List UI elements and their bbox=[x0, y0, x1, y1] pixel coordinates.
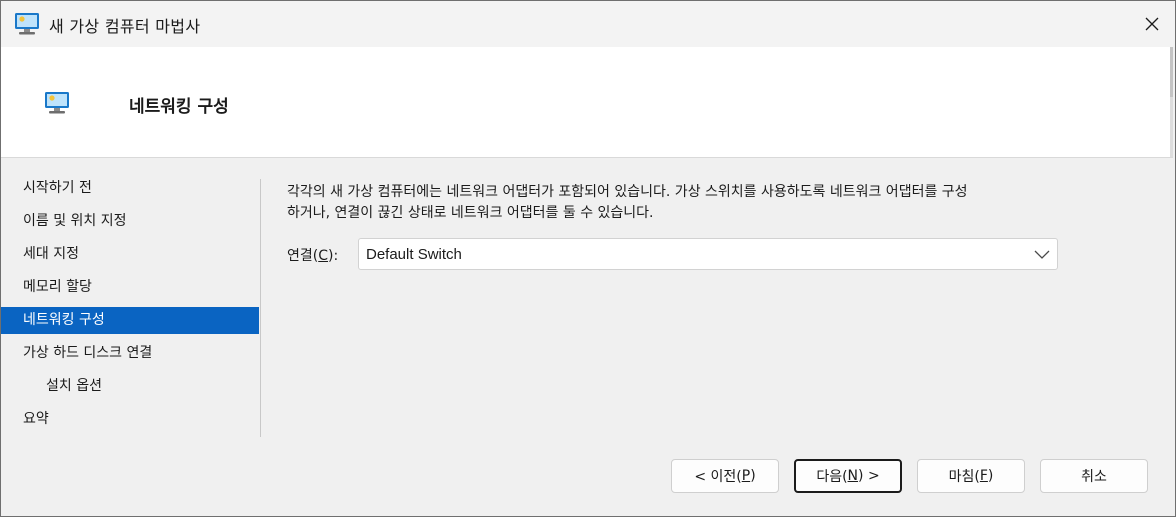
networking-description: 각각의 새 가상 컴퓨터에는 네트워크 어댑터가 포함되어 있습니다. 가상 스… bbox=[287, 182, 1157, 224]
virtual-machine-icon bbox=[45, 92, 69, 114]
page-title: 네트워킹 구성 bbox=[129, 97, 229, 117]
nav-item-generation[interactable]: 세대 지정 bbox=[1, 241, 259, 268]
scrollbar-thumb[interactable] bbox=[1170, 47, 1173, 97]
nav-item-networking[interactable]: 네트워킹 구성 bbox=[1, 307, 259, 334]
wizard-window: 새 가상 컴퓨터 마법사 네트워킹 구성 시작하기 전 이름 및 위치 지정 세… bbox=[0, 0, 1176, 517]
nav-item-memory[interactable]: 메모리 할당 bbox=[1, 274, 259, 301]
chevron-down-icon bbox=[1034, 250, 1050, 259]
nav-item-virtual-hard-disk[interactable]: 가상 하드 디스크 연결 bbox=[1, 340, 259, 367]
nav-item-before-you-begin[interactable]: 시작하기 전 bbox=[1, 175, 259, 202]
description-line-2: 하거나, 연결이 끊긴 상태로 네트워크 어댑터를 둘 수 있습니다. bbox=[287, 205, 654, 221]
finish-button[interactable]: 마침(F) bbox=[917, 459, 1025, 493]
wizard-steps-nav: 시작하기 전 이름 및 위치 지정 세대 지정 메모리 할당 네트워킹 구성 가… bbox=[1, 175, 259, 439]
window-title: 새 가상 컴퓨터 마법사 bbox=[49, 17, 201, 36]
connection-dropdown[interactable]: Default Switch bbox=[358, 238, 1058, 270]
nav-item-installation-options[interactable]: 설치 옵션 bbox=[1, 373, 259, 400]
close-button[interactable] bbox=[1129, 1, 1175, 47]
nav-item-name-location[interactable]: 이름 및 위치 지정 bbox=[1, 208, 259, 235]
header-scrollbar[interactable] bbox=[1170, 47, 1173, 157]
next-button[interactable]: 다음(N) > bbox=[794, 459, 902, 493]
connection-label: 연결(C): bbox=[287, 248, 339, 264]
nav-divider bbox=[260, 179, 261, 437]
wizard-header: 네트워킹 구성 bbox=[1, 47, 1173, 158]
virtual-machine-icon bbox=[15, 13, 39, 35]
connection-value: Default Switch bbox=[366, 246, 462, 263]
previous-button[interactable]: < 이전(P) bbox=[671, 459, 779, 493]
nav-item-summary[interactable]: 요약 bbox=[1, 406, 259, 433]
title-bar[interactable]: 새 가상 컴퓨터 마법사 bbox=[1, 1, 1175, 47]
description-line-1: 각각의 새 가상 컴퓨터에는 네트워크 어댑터가 포함되어 있습니다. 가상 스… bbox=[287, 184, 968, 200]
close-icon bbox=[1145, 17, 1159, 31]
cancel-button[interactable]: 취소 bbox=[1040, 459, 1148, 493]
